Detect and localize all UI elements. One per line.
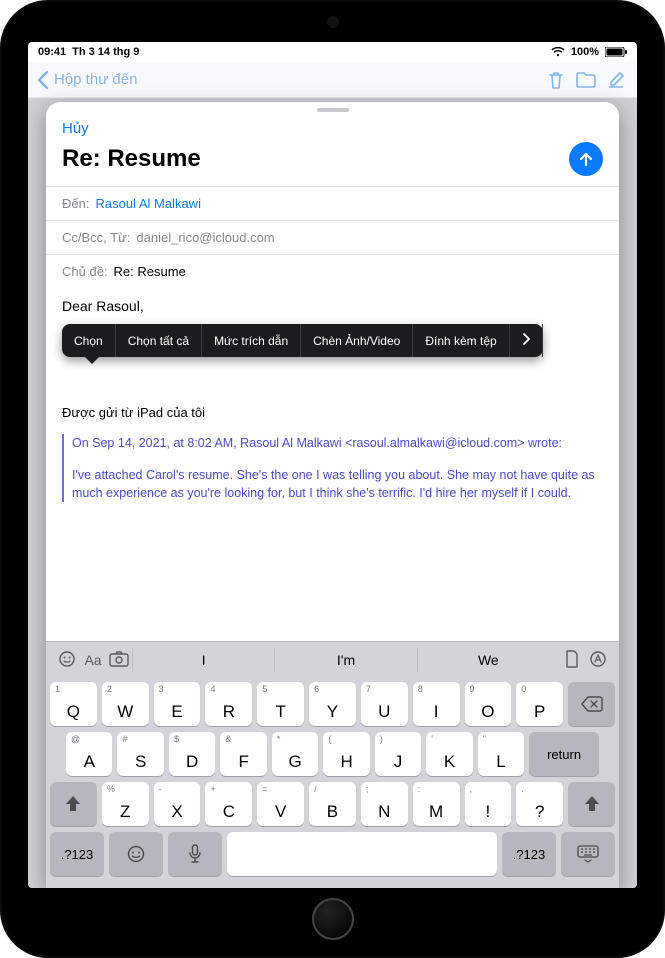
key-emoji[interactable]: [109, 832, 163, 876]
key-dictation[interactable]: [168, 832, 222, 876]
quote-header: On Sep 14, 2021, at 8:02 AM, Rasoul Al M…: [72, 434, 603, 452]
edit-context-menu: Chọn Chọn tất cả Mức trích dẫn Chèn Ảnh/…: [62, 324, 543, 357]
document-scan-icon[interactable]: [559, 648, 585, 673]
status-bar: 09:41 Th 3 14 thg 9 100%: [28, 42, 637, 62]
key-numbers-right[interactable]: .?123: [502, 832, 556, 876]
menu-select[interactable]: Chọn: [62, 324, 116, 357]
cancel-button[interactable]: Hủy: [62, 120, 89, 137]
wifi-icon: [551, 47, 565, 57]
menu-quote-level[interactable]: Mức trích dẫn: [202, 324, 301, 357]
key-o[interactable]: 9O: [465, 682, 512, 726]
sheet-grabber[interactable]: [317, 108, 349, 112]
key-h[interactable]: (H: [323, 732, 369, 776]
battery-icon: [605, 47, 627, 57]
signature-text: Được gửi từ iPad của tôi: [62, 405, 603, 420]
status-battery-pct: 100%: [571, 46, 599, 58]
key-r[interactable]: 4R: [205, 682, 252, 726]
front-camera: [329, 18, 337, 26]
key-g[interactable]: *G: [272, 732, 318, 776]
markup-icon[interactable]: [585, 648, 611, 673]
home-button[interactable]: [312, 898, 354, 940]
key-j[interactable]: )J: [375, 732, 421, 776]
key-v[interactable]: =V: [257, 782, 304, 826]
to-label: Đến:: [62, 196, 89, 211]
key-u[interactable]: 7U: [361, 682, 408, 726]
key-i[interactable]: 8I: [413, 682, 460, 726]
key-c[interactable]: +C: [205, 782, 252, 826]
subject-value: Re: Resume: [114, 264, 186, 279]
key-![interactable]: ,!: [465, 782, 512, 826]
sticker-icon[interactable]: [54, 648, 80, 673]
mail-nav-bar: Hộp thư đến: [28, 62, 637, 98]
menu-more-icon[interactable]: [510, 324, 543, 357]
key-hide-keyboard[interactable]: [561, 832, 615, 876]
quoted-reply: On Sep 14, 2021, at 8:02 AM, Rasoul Al M…: [62, 434, 603, 502]
sheet-backdrop: Hủy Re: Resume Đến: Rasoul Al Malkawi Cc…: [28, 98, 637, 888]
key-y[interactable]: 6Y: [309, 682, 356, 726]
camera-scan-icon[interactable]: [106, 649, 132, 672]
menu-select-all[interactable]: Chọn tất cả: [116, 324, 202, 357]
suggestion-1[interactable]: I: [132, 648, 274, 672]
key-shift-left[interactable]: [50, 782, 97, 826]
key-m[interactable]: :M: [413, 782, 460, 826]
suggestion-2[interactable]: I'm: [274, 648, 416, 672]
key-?[interactable]: .?: [516, 782, 563, 826]
ipad-device-frame: 09:41 Th 3 14 thg 9 100% Hộp thư đến: [0, 0, 665, 958]
key-return[interactable]: return: [529, 732, 599, 776]
key-a[interactable]: @A: [66, 732, 112, 776]
compose-sheet: Hủy Re: Resume Đến: Rasoul Al Malkawi Cc…: [46, 102, 619, 888]
screen: 09:41 Th 3 14 thg 9 100% Hộp thư đến: [28, 42, 637, 888]
subject-field[interactable]: Chủ đề: Re: Resume: [46, 254, 619, 288]
to-value[interactable]: Rasoul Al Malkawi: [95, 196, 201, 211]
key-d[interactable]: $D: [169, 732, 215, 776]
suggestion-3[interactable]: We: [417, 648, 559, 672]
key-n[interactable]: ;N: [361, 782, 408, 826]
key-backspace[interactable]: [568, 682, 615, 726]
send-button[interactable]: [569, 142, 603, 176]
key-numbers-left[interactable]: .?123: [50, 832, 104, 876]
compose-icon[interactable]: [601, 71, 631, 89]
key-x[interactable]: -X: [154, 782, 201, 826]
back-label[interactable]: Hộp thư đến: [54, 71, 137, 88]
key-space[interactable]: [227, 832, 497, 876]
key-e[interactable]: 3E: [154, 682, 201, 726]
key-f[interactable]: &F: [220, 732, 266, 776]
key-z[interactable]: %Z: [102, 782, 149, 826]
key-shift-right[interactable]: [568, 782, 615, 826]
greeting-text: Dear Rasoul,: [62, 298, 603, 314]
cc-value: daniel_rico@icloud.com: [136, 230, 274, 245]
key-q[interactable]: 1Q: [50, 682, 97, 726]
status-time: 09:41: [38, 46, 66, 58]
quote-body: I've attached Carol's resume. She's the …: [72, 466, 603, 502]
folder-icon[interactable]: [571, 72, 601, 88]
key-k[interactable]: 'K: [426, 732, 472, 776]
back-chevron-icon[interactable]: [34, 71, 52, 89]
cc-field[interactable]: Cc/Bcc, Từ: daniel_rico@icloud.com: [46, 220, 619, 254]
key-p[interactable]: 0P: [516, 682, 563, 726]
compose-title: Re: Resume: [62, 145, 569, 173]
text-format-icon[interactable]: Aa: [80, 650, 106, 670]
key-l[interactable]: "L: [478, 732, 524, 776]
status-date: Th 3 14 thg 9: [72, 46, 139, 58]
menu-attach-file[interactable]: Đính kèm tệp: [413, 324, 509, 357]
to-field[interactable]: Đến: Rasoul Al Malkawi: [46, 186, 619, 220]
key-s[interactable]: #S: [117, 732, 163, 776]
compose-body[interactable]: Dear Rasoul, Chọn Chọn tất cả Mức trích …: [46, 288, 619, 641]
keyboard-suggestion-bar: Aa I I'm We: [46, 642, 619, 678]
key-t[interactable]: 5T: [257, 682, 304, 726]
subject-label: Chủ đề:: [62, 264, 108, 279]
trash-icon[interactable]: [541, 70, 571, 90]
keyboard: Aa I I'm We: [46, 641, 619, 888]
menu-insert-media[interactable]: Chèn Ảnh/Video: [301, 324, 413, 357]
cc-label: Cc/Bcc, Từ:: [62, 230, 130, 245]
key-w[interactable]: 2W: [102, 682, 149, 726]
key-b[interactable]: /B: [309, 782, 356, 826]
